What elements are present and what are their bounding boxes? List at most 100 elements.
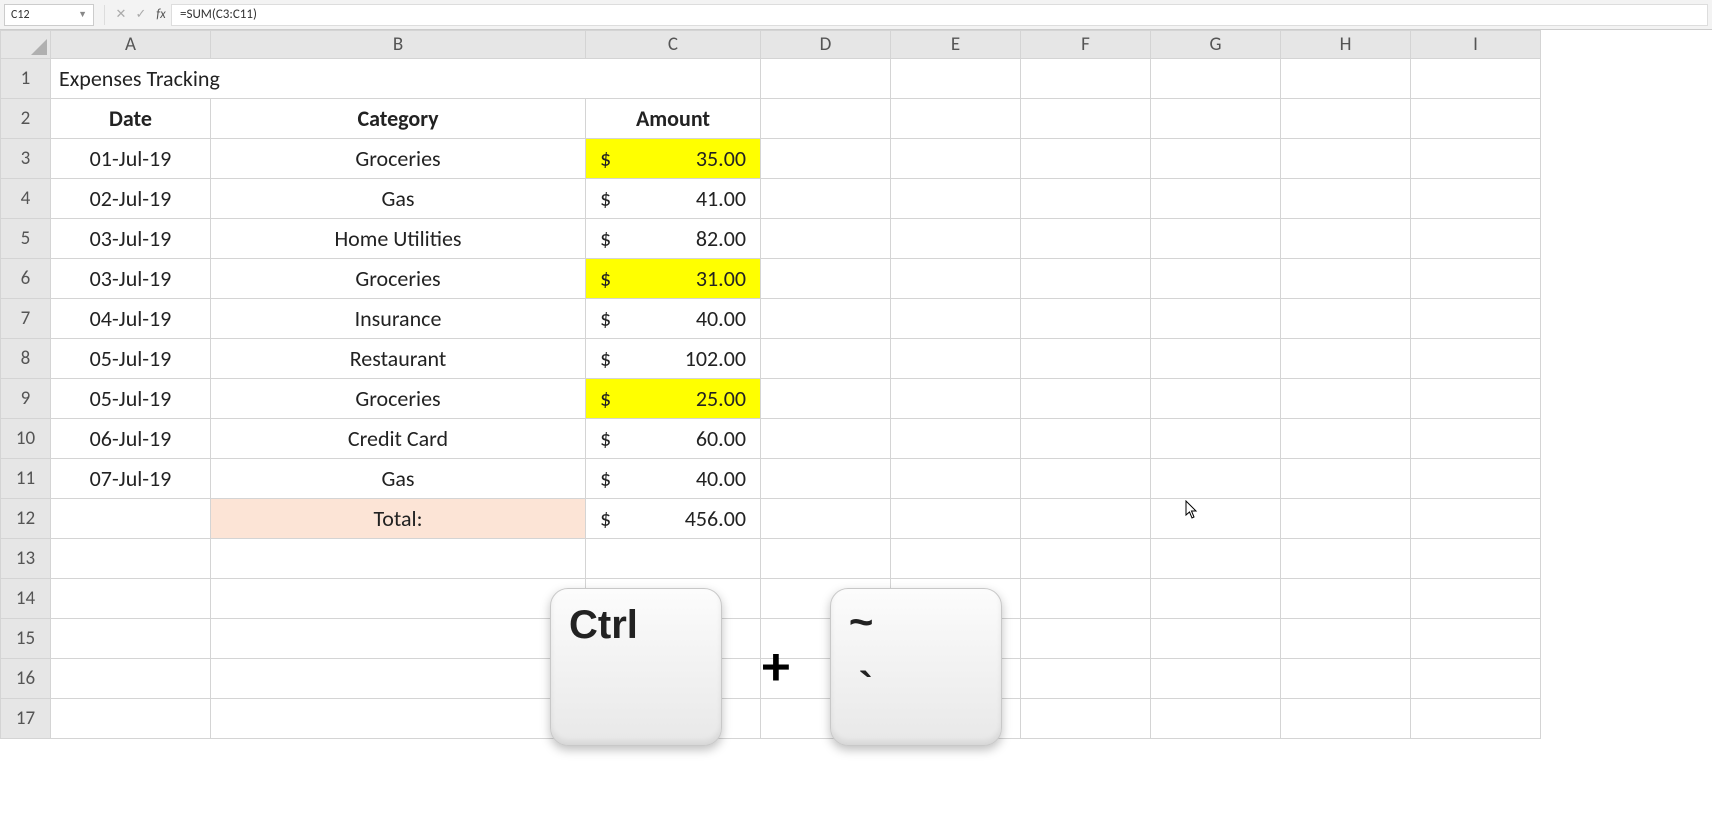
empty-cell[interactable] (1411, 539, 1541, 579)
empty-cell[interactable] (1021, 499, 1151, 539)
empty-cell[interactable] (1411, 499, 1541, 539)
cell-date[interactable]: 05-Jul-19 (51, 339, 211, 379)
empty-cell[interactable] (1411, 379, 1541, 419)
empty-cell[interactable] (51, 499, 211, 539)
empty-cell[interactable] (1281, 699, 1411, 739)
name-box[interactable]: C12 ▼ (4, 4, 94, 26)
empty-cell[interactable] (1281, 339, 1411, 379)
header-amount[interactable]: Amount (586, 99, 761, 139)
empty-cell[interactable] (1021, 179, 1151, 219)
empty-cell[interactable] (1411, 699, 1541, 739)
empty-cell[interactable] (891, 139, 1021, 179)
empty-cell[interactable] (1411, 299, 1541, 339)
empty-cell[interactable] (1281, 539, 1411, 579)
cell-amount[interactable]: $82.00 (586, 219, 761, 259)
empty-cell[interactable] (891, 59, 1021, 99)
empty-cell[interactable] (761, 59, 891, 99)
empty-cell[interactable] (761, 659, 891, 699)
empty-cell[interactable] (1281, 379, 1411, 419)
empty-cell[interactable] (586, 619, 761, 659)
cell-category[interactable]: Groceries (211, 259, 586, 299)
empty-cell[interactable] (1151, 259, 1281, 299)
empty-cell[interactable] (51, 659, 211, 699)
cell-amount[interactable]: $456.00 (586, 499, 761, 539)
empty-cell[interactable] (1021, 699, 1151, 739)
sheet-title[interactable]: Expenses Tracking (51, 59, 761, 99)
cell-date[interactable]: 03-Jul-19 (51, 219, 211, 259)
cell-amount[interactable]: $25.00 (586, 379, 761, 419)
cell-category[interactable]: Groceries (211, 379, 586, 419)
empty-cell[interactable] (1021, 139, 1151, 179)
empty-cell[interactable] (1281, 579, 1411, 619)
empty-cell[interactable] (1411, 619, 1541, 659)
empty-cell[interactable] (891, 99, 1021, 139)
empty-cell[interactable] (586, 579, 761, 619)
empty-cell[interactable] (1411, 339, 1541, 379)
empty-cell[interactable] (211, 699, 586, 739)
cell-category[interactable]: Insurance (211, 299, 586, 339)
row-header-13[interactable]: 13 (1, 539, 51, 579)
empty-cell[interactable] (1281, 179, 1411, 219)
empty-cell[interactable] (1411, 99, 1541, 139)
empty-cell[interactable] (891, 459, 1021, 499)
empty-cell[interactable] (1151, 219, 1281, 259)
empty-cell[interactable] (891, 339, 1021, 379)
row-header-8[interactable]: 8 (1, 339, 51, 379)
fx-icon[interactable]: fx (151, 7, 171, 22)
empty-cell[interactable] (891, 259, 1021, 299)
empty-cell[interactable] (1151, 499, 1281, 539)
empty-cell[interactable] (1021, 659, 1151, 699)
cell-date[interactable]: 07-Jul-19 (51, 459, 211, 499)
empty-cell[interactable] (1151, 699, 1281, 739)
column-header-D[interactable]: D (761, 31, 891, 59)
empty-cell[interactable] (1151, 379, 1281, 419)
empty-cell[interactable] (1281, 259, 1411, 299)
empty-cell[interactable] (761, 419, 891, 459)
row-header-15[interactable]: 15 (1, 619, 51, 659)
empty-cell[interactable] (1021, 219, 1151, 259)
empty-cell[interactable] (1021, 99, 1151, 139)
cell-amount[interactable]: $102.00 (586, 339, 761, 379)
empty-cell[interactable] (891, 379, 1021, 419)
empty-cell[interactable] (1411, 259, 1541, 299)
empty-cell[interactable] (891, 579, 1021, 619)
empty-cell[interactable] (891, 699, 1021, 739)
select-all-corner[interactable] (1, 31, 51, 59)
header-date[interactable]: Date (51, 99, 211, 139)
empty-cell[interactable] (1151, 179, 1281, 219)
empty-cell[interactable] (761, 339, 891, 379)
empty-cell[interactable] (1281, 299, 1411, 339)
cell-amount[interactable]: $60.00 (586, 419, 761, 459)
row-header-7[interactable]: 7 (1, 299, 51, 339)
cell-category[interactable]: Home Utilities (211, 219, 586, 259)
column-header-A[interactable]: A (51, 31, 211, 59)
empty-cell[interactable] (1411, 419, 1541, 459)
empty-cell[interactable] (211, 659, 586, 699)
empty-cell[interactable] (891, 499, 1021, 539)
cell-date[interactable]: 05-Jul-19 (51, 379, 211, 419)
cell-amount[interactable]: $41.00 (586, 179, 761, 219)
column-header-B[interactable]: B (211, 31, 586, 59)
empty-cell[interactable] (1151, 659, 1281, 699)
cell-category[interactable]: Gas (211, 459, 586, 499)
empty-cell[interactable] (761, 299, 891, 339)
cell-date[interactable]: 06-Jul-19 (51, 419, 211, 459)
empty-cell[interactable] (1411, 179, 1541, 219)
empty-cell[interactable] (586, 699, 761, 739)
column-header-F[interactable]: F (1021, 31, 1151, 59)
empty-cell[interactable] (1281, 99, 1411, 139)
empty-cell[interactable] (1281, 619, 1411, 659)
empty-cell[interactable] (761, 99, 891, 139)
empty-cell[interactable] (761, 219, 891, 259)
cell-date[interactable]: 02-Jul-19 (51, 179, 211, 219)
spreadsheet-grid[interactable]: ABCDEFGHI 1Expenses Tracking2DateCategor… (0, 30, 1712, 739)
row-header-10[interactable]: 10 (1, 419, 51, 459)
cell-date[interactable]: 03-Jul-19 (51, 259, 211, 299)
row-header-2[interactable]: 2 (1, 99, 51, 139)
cell-amount[interactable]: $40.00 (586, 459, 761, 499)
empty-cell[interactable] (1021, 419, 1151, 459)
empty-cell[interactable] (1411, 459, 1541, 499)
cell-category[interactable]: Gas (211, 179, 586, 219)
empty-cell[interactable] (1021, 539, 1151, 579)
empty-cell[interactable] (1151, 579, 1281, 619)
